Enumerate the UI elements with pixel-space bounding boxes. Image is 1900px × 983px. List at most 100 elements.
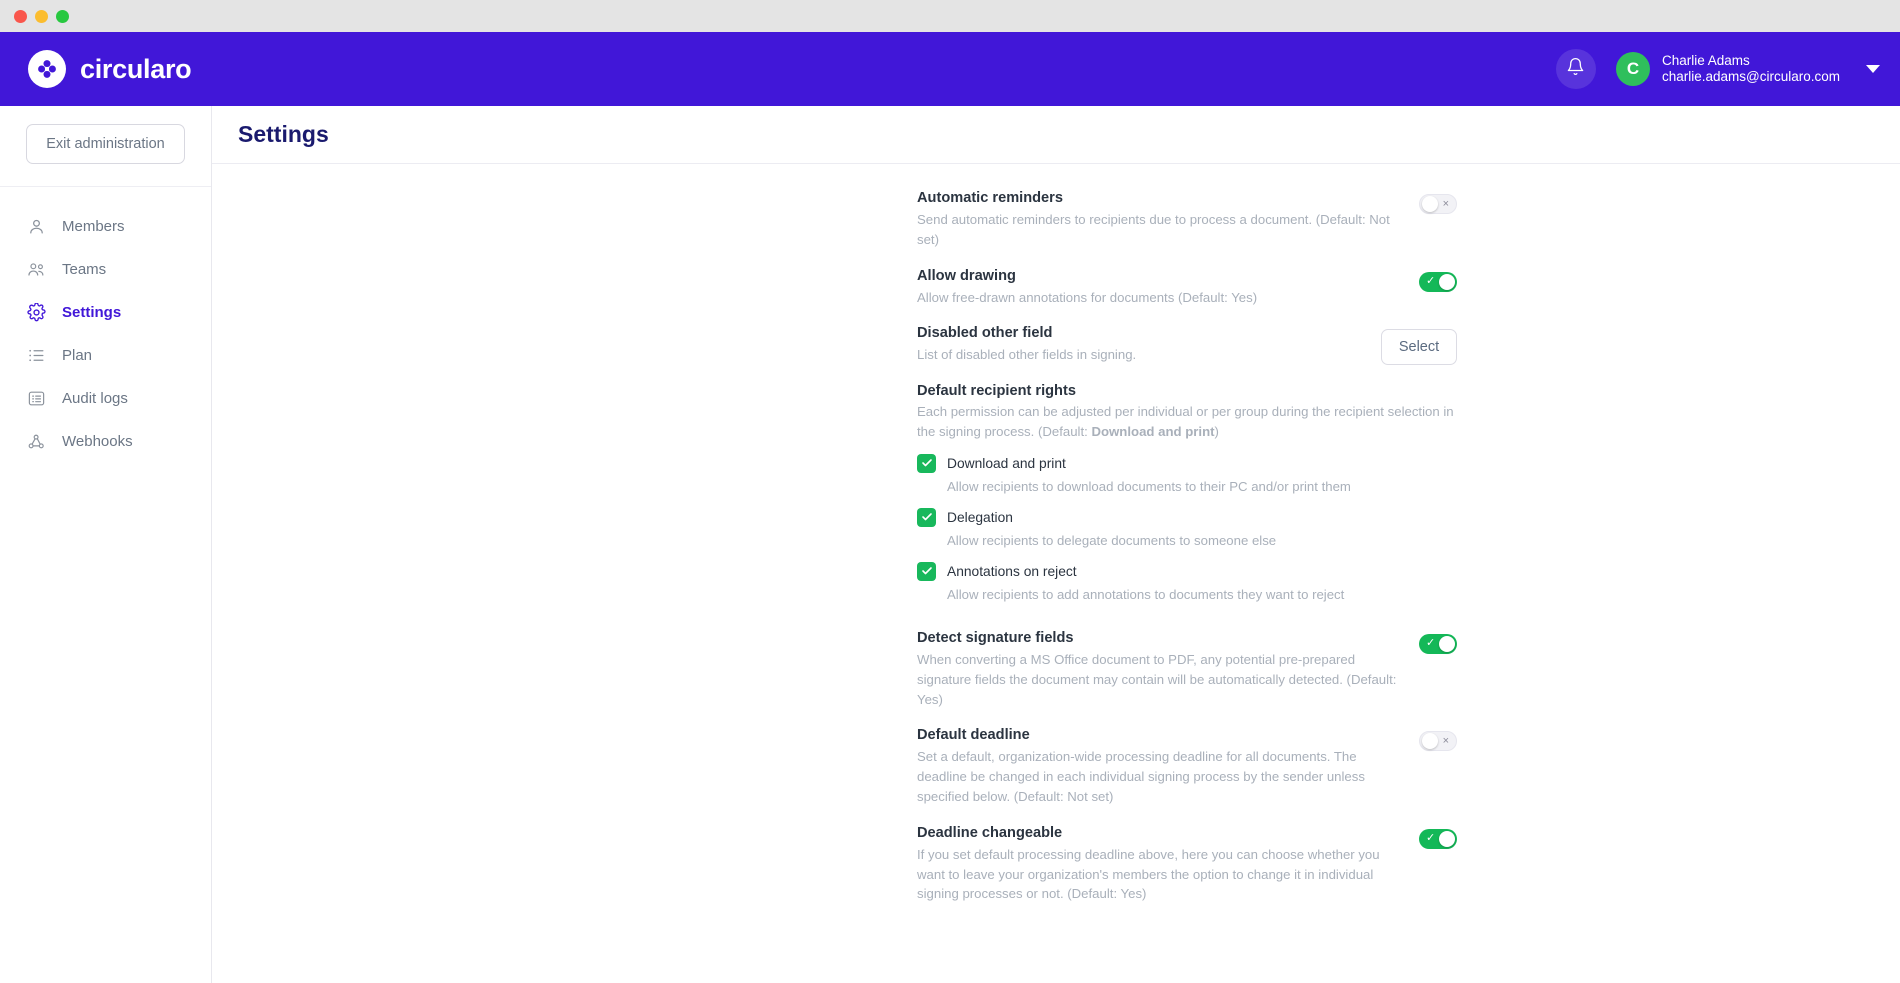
user-menu[interactable]: C Charlie Adams charlie.adams@circularo.…	[1615, 52, 1880, 86]
setting-text: Default deadline Set a default, organiza…	[917, 727, 1399, 806]
setting-description: Send automatic reminders to recipients d…	[917, 212, 1390, 247]
page-header: Settings	[212, 106, 1900, 164]
settings-list: Automatic reminders Send automatic remin…	[917, 164, 1457, 922]
permission-delegation: Delegation Allow recipients to delegate …	[917, 507, 1457, 548]
users-icon	[26, 259, 47, 280]
checkbox-checked[interactable]	[917, 453, 936, 473]
settings-scroll-area[interactable]: Automatic reminders Send automatic remin…	[212, 164, 1900, 983]
list-icon	[26, 345, 47, 366]
setting-row-automatic-reminders: Automatic reminders Send automatic remin…	[917, 190, 1457, 268]
setting-row-deadline-changeable: Deadline changeable If you set default p…	[917, 825, 1457, 922]
setting-text: Allow drawing Allow free-drawn annotatio…	[917, 268, 1399, 308]
avatar: C	[1615, 52, 1650, 86]
window-title-bar	[0, 0, 1900, 32]
setting-description: If you set default processing deadline a…	[917, 846, 1380, 902]
setting-control: ✓	[1399, 630, 1457, 654]
permission-label: Delegation	[947, 509, 1013, 525]
sidebar-item-settings[interactable]: Settings	[0, 291, 211, 334]
user-icon	[26, 216, 47, 237]
setting-title: Detect signature fields	[917, 629, 1074, 646]
log-icon	[26, 388, 47, 409]
window-maximize-button[interactable]	[56, 9, 69, 23]
app-body: Exit administration Members Teams Settin…	[0, 106, 1900, 983]
sidebar-item-label: Settings	[62, 304, 122, 321]
app-header: circularo C Charlie Adams charlie.adams@…	[0, 32, 1900, 106]
sidebar-item-plan[interactable]: Plan	[0, 334, 211, 377]
toggle-knob	[1439, 830, 1455, 847]
setting-description: Set a default, organization-wide process…	[917, 749, 1365, 804]
group-description-default-value: Download and print	[1091, 424, 1215, 440]
window-close-button[interactable]	[14, 9, 27, 23]
sidebar-nav: Members Teams Settings Plan Audit logs W…	[0, 187, 211, 463]
setting-text: Deadline changeable If you set default p…	[917, 825, 1399, 904]
setting-text: Disabled other field List of disabled ot…	[917, 325, 1361, 365]
setting-title: Default deadline	[917, 727, 1030, 744]
user-email: charlie.adams@circularo.com	[1661, 69, 1840, 84]
sidebar: Exit administration Members Teams Settin…	[0, 106, 212, 983]
setting-control: ×	[1399, 727, 1457, 752]
setting-control: ✓	[1399, 825, 1457, 849]
chevron-down-icon	[1866, 65, 1880, 73]
setting-text: Automatic reminders Send automatic remin…	[917, 190, 1399, 250]
setting-row-disabled-other-field: Disabled other field List of disabled ot…	[917, 325, 1457, 383]
detect-signature-fields-toggle[interactable]: ✓	[1419, 633, 1457, 654]
notifications-button[interactable]	[1555, 49, 1596, 89]
permission-line: Download and print	[917, 453, 1457, 473]
sidebar-item-members[interactable]: Members	[0, 205, 211, 248]
sidebar-item-label: Members	[62, 218, 125, 235]
check-icon	[921, 567, 932, 575]
checkbox-checked[interactable]	[917, 507, 936, 527]
permission-description: Allow recipients to download documents t…	[947, 478, 1351, 494]
webhook-icon	[26, 431, 47, 452]
select-button[interactable]: Select	[1381, 329, 1457, 366]
sidebar-item-label: Audit logs	[62, 390, 128, 407]
cross-icon: ×	[1442, 734, 1449, 747]
permission-line: Delegation	[917, 507, 1457, 527]
setting-row-allow-drawing: Allow drawing Allow free-drawn annotatio…	[917, 268, 1457, 326]
setting-description: Allow free-drawn annotations for documen…	[917, 289, 1258, 305]
group-title: Default recipient rights	[917, 383, 1076, 400]
setting-title: Disabled other field	[917, 325, 1053, 342]
header-actions: C Charlie Adams charlie.adams@circularo.…	[1555, 49, 1880, 89]
setting-control: Select	[1361, 325, 1457, 366]
permission-label: Annotations on reject	[947, 563, 1077, 579]
sidebar-item-label: Plan	[62, 347, 93, 364]
setting-title: Deadline changeable	[917, 824, 1063, 841]
bell-icon	[1566, 57, 1585, 81]
exit-administration-section: Exit administration	[0, 106, 211, 187]
toggle-knob	[1439, 635, 1455, 652]
exit-administration-button[interactable]: Exit administration	[26, 124, 185, 164]
default-deadline-toggle[interactable]: ×	[1419, 731, 1457, 752]
check-icon	[921, 513, 932, 521]
sidebar-item-webhooks[interactable]: Webhooks	[0, 420, 211, 463]
window-minimize-button[interactable]	[35, 9, 48, 23]
sidebar-item-teams[interactable]: Teams	[0, 248, 211, 291]
toggle-knob	[1422, 196, 1438, 212]
automatic-reminders-toggle[interactable]: ×	[1419, 194, 1457, 214]
sidebar-item-label: Teams	[62, 261, 107, 278]
brand-logo[interactable]: circularo	[28, 50, 192, 88]
permission-annotations-on-reject: Annotations on reject Allow recipients t…	[917, 561, 1457, 602]
check-icon	[921, 459, 932, 467]
toggle-knob	[1422, 733, 1438, 750]
cross-icon: ×	[1442, 197, 1449, 210]
setting-row-default-deadline: Default deadline Set a default, organiza…	[917, 727, 1457, 824]
setting-description: List of disabled other fields in signing…	[917, 347, 1137, 363]
page-title: Settings	[238, 121, 329, 147]
sidebar-item-audit-logs[interactable]: Audit logs	[0, 377, 211, 420]
deadline-changeable-toggle[interactable]: ✓	[1419, 828, 1457, 849]
checkbox-checked[interactable]	[917, 561, 936, 581]
user-name: Charlie Adams	[1661, 52, 1750, 68]
permission-label: Download and print	[947, 455, 1066, 471]
setting-title: Allow drawing	[917, 267, 1016, 284]
group-description: Each permission can be adjusted per indi…	[917, 402, 1457, 442]
group-description-suffix: )	[1214, 424, 1219, 440]
gear-icon	[26, 302, 47, 323]
permission-download-and-print: Download and print Allow recipients to d…	[917, 453, 1457, 494]
allow-drawing-toggle[interactable]: ✓	[1419, 271, 1457, 292]
check-icon: ✓	[1426, 275, 1436, 288]
sidebar-item-label: Webhooks	[62, 433, 133, 450]
brand-name: circularo	[80, 53, 192, 84]
check-icon: ✓	[1426, 832, 1436, 845]
check-icon: ✓	[1426, 637, 1436, 650]
